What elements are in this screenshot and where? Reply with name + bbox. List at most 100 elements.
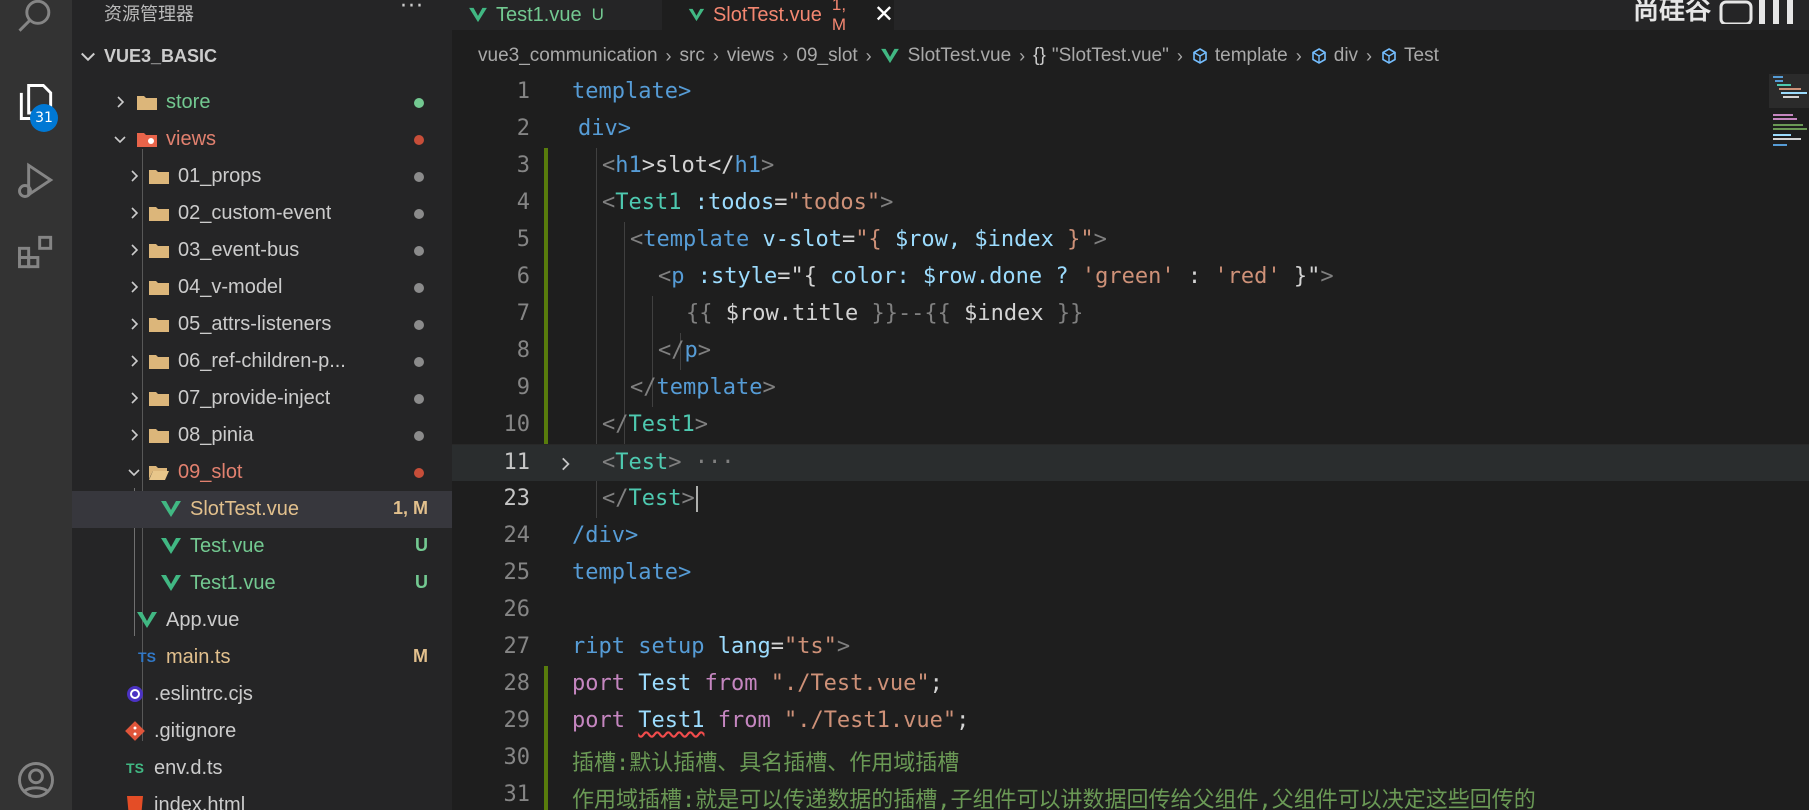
- vue-file-icon: [160, 573, 182, 593]
- chevron-right-icon: ›: [1366, 45, 1373, 66]
- code-token: template>: [572, 560, 692, 585]
- breadcrumb-symbol[interactable]: template: [1191, 45, 1288, 67]
- workspace-root[interactable]: VUE3_BASIC: [72, 42, 452, 74]
- tree-folder-05-attrs-listeners[interactable]: 05_attrs-listeners: [72, 306, 452, 343]
- tree-file-slottest-vue[interactable]: SlotTest.vue 1, M: [72, 491, 452, 528]
- account-icon[interactable]: [0, 744, 72, 810]
- explorer-header: 资源管理器 ···: [72, 0, 452, 28]
- breadcrumb-item[interactable]: views: [727, 45, 775, 67]
- code-token: }}--{{: [858, 301, 965, 326]
- code-token: 'green': [1081, 264, 1175, 289]
- watermark-text: 尚硅谷: [1632, 0, 1711, 26]
- code-token: h1: [734, 153, 761, 178]
- fold-ellipsis[interactable]: ···: [695, 450, 735, 475]
- chevron-right-icon: [131, 429, 139, 441]
- code-token: 'red': [1214, 264, 1281, 289]
- tree-folder-04-v-model[interactable]: 04_v-model: [72, 269, 452, 306]
- code-token: </: [630, 375, 657, 400]
- tab-test1-vue[interactable]: Test1.vue U: [452, 0, 662, 30]
- editor-area: Test1.vue U SlotTest.vue 1, M ✕ 尚硅谷 vue3…: [452, 0, 1809, 810]
- tree-folder-store[interactable]: store: [72, 84, 452, 121]
- code-line: 31 作用域插槽:就是可以传递数据的插槽,子组件可以讲数据回传给父组件,父组件可…: [452, 777, 1809, 810]
- breadcrumb-item[interactable]: src: [680, 45, 705, 67]
- views-folder-icon: [136, 129, 158, 149]
- code-token: v-slot: [749, 227, 842, 252]
- code-token: >: [1320, 264, 1334, 289]
- close-icon[interactable]: ✕: [874, 0, 894, 28]
- code-token: "todos": [787, 190, 881, 215]
- code-token: template>: [572, 79, 692, 104]
- line-number: 11: [503, 450, 531, 475]
- breadcrumb-symbol[interactable]: {} "SlotTest.vue": [1033, 45, 1169, 67]
- run-debug-icon[interactable]: [0, 144, 72, 216]
- code-token: <: [658, 264, 672, 289]
- vue-file-icon: [880, 48, 899, 64]
- code-token: >: [836, 634, 851, 659]
- folder-open-icon: [148, 462, 170, 482]
- tree-file-index-html[interactable]: index.html: [72, 787, 452, 810]
- fold-chevron-icon[interactable]: [556, 455, 574, 473]
- code-token: {{: [686, 301, 726, 326]
- tree-file-env-d-ts[interactable]: TS env.d.ts: [72, 750, 452, 787]
- git-status: U: [415, 535, 428, 555]
- search-icon[interactable]: [0, 0, 72, 52]
- tree-file-app-vue[interactable]: App.vue: [72, 602, 452, 639]
- code-token: }": [1280, 264, 1321, 289]
- code-editor[interactable]: 1 template> 2 div> 3 <h1>slot</h1> 4 <Te…: [452, 74, 1809, 810]
- breadcrumb-item: "SlotTest.vue": [1051, 45, 1169, 66]
- line-number: 26: [503, 597, 531, 622]
- breadcrumb-file[interactable]: SlotTest.vue: [880, 45, 1012, 67]
- code-line: 1 template>: [452, 74, 1809, 111]
- vue-file-icon: [160, 536, 182, 556]
- minimap[interactable]: [1769, 74, 1809, 810]
- line-number: 9: [516, 375, 530, 400]
- tree-file-test1-vue[interactable]: Test1.vue U: [72, 565, 452, 602]
- breadcrumb-symbol[interactable]: Test: [1380, 45, 1439, 67]
- line-number: 8: [516, 338, 530, 363]
- code-token: </: [602, 486, 629, 511]
- tab-slottest-vue[interactable]: SlotTest.vue 1, M ✕: [662, 0, 894, 34]
- code-text: </template>: [630, 375, 776, 400]
- folder-icon: [148, 277, 170, 297]
- vue-file-icon: [688, 8, 705, 22]
- breadcrumb-item: SlotTest.vue: [907, 45, 1012, 66]
- code-token: ript setup: [572, 634, 718, 659]
- tree-item-label: 06_ref-children-p...: [178, 350, 346, 372]
- status-dot: [414, 357, 424, 367]
- tree-folder-09-slot[interactable]: 09_slot: [72, 454, 452, 491]
- extensions-icon[interactable]: [0, 216, 72, 288]
- tree-folder-01-props[interactable]: 01_props: [72, 158, 452, 195]
- chevron-right-icon: ›: [865, 45, 872, 66]
- tree-file-main-ts[interactable]: TS main.ts M: [72, 639, 452, 676]
- tree-folder-03-event-bus[interactable]: 03_event-bus: [72, 232, 452, 269]
- code-text: ript setup lang="ts">: [572, 634, 850, 659]
- code-token: template: [656, 375, 763, 400]
- code-line: 23 </Test>: [452, 481, 1809, 518]
- tree-file-gitignore[interactable]: .gitignore: [72, 713, 452, 750]
- breadcrumb-item[interactable]: vue3_communication: [478, 45, 658, 67]
- code-token: from: [691, 671, 771, 696]
- tree-item-label: App.vue: [166, 609, 240, 631]
- code-line: 9 </template>: [452, 370, 1809, 407]
- chevron-down-icon: [128, 469, 140, 477]
- more-actions-button[interactable]: ···: [400, 0, 424, 19]
- tree-item-label: .gitignore: [154, 720, 237, 742]
- chevron-right-icon: [131, 170, 139, 182]
- typescript-def-file-icon: TS: [126, 760, 144, 776]
- tree-folder-08-pinia[interactable]: 08_pinia: [72, 417, 452, 454]
- tree-folder-06-ref-children-parent[interactable]: 06_ref-children-p...: [72, 343, 452, 380]
- code-token: }": [1053, 227, 1094, 252]
- tree-item-label: 03_event-bus: [178, 239, 300, 261]
- code-token: p: [684, 338, 698, 363]
- code-text: </Test1>: [602, 412, 708, 437]
- tree-folder-views[interactable]: views: [72, 121, 452, 158]
- tree-file-test-vue[interactable]: Test.vue U: [72, 528, 452, 565]
- breadcrumb-symbol[interactable]: div: [1310, 45, 1358, 67]
- code-line: 24 /div>: [452, 518, 1809, 555]
- breadcrumb-item[interactable]: 09_slot: [796, 45, 857, 67]
- tree-folder-02-custom-event[interactable]: 02_custom-event: [72, 195, 452, 232]
- tree-folder-07-provide-inject[interactable]: 07_provide-inject: [72, 380, 452, 417]
- chevron-right-icon: ›: [782, 45, 789, 66]
- cube-icon: [1311, 48, 1326, 64]
- tree-file-eslintrc[interactable]: .eslintrc.cjs: [72, 676, 452, 713]
